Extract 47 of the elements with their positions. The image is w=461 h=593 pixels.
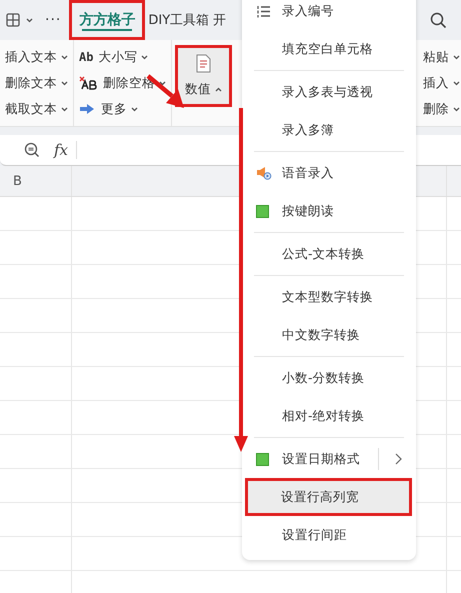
document-icon	[196, 54, 211, 73]
ribbon-button-label[interactable]: 粘贴	[423, 48, 449, 66]
caret-icon	[453, 54, 460, 60]
ribbon-button-label[interactable]: 插入	[423, 74, 449, 92]
square-icon	[256, 204, 269, 218]
menu-item[interactable]: 设置行高列宽	[245, 478, 412, 516]
menu-item[interactable]: 设置日期格式	[246, 440, 412, 478]
more-button[interactable]: ···	[45, 12, 62, 28]
caret-icon	[159, 80, 166, 86]
menu-item[interactable]: 录入编号	[246, 0, 412, 30]
zoom-icon[interactable]	[24, 142, 40, 158]
ribbon-button-label[interactable]: 删除	[423, 100, 449, 118]
ribbon-button-label[interactable]: 截取文本	[5, 100, 57, 118]
button-label: 数值	[185, 81, 211, 98]
caret-icon	[61, 54, 68, 60]
ribbon-button-label[interactable]: 删除文本	[5, 74, 57, 92]
speaker-icon	[256, 166, 272, 180]
ribbon-tab[interactable]: DIY工具箱	[145, 0, 212, 40]
ribbon-button-label[interactable]: 插入文本	[5, 48, 57, 66]
ribbon-button-label[interactable]: 更多	[101, 100, 127, 118]
numbered-list-icon	[256, 4, 271, 18]
ribbon-tab[interactable]: 方方格子	[69, 0, 146, 40]
menu-item[interactable]: 小数-分数转换	[246, 359, 412, 397]
menu-item[interactable]: 录入多表与透视	[246, 73, 412, 111]
square-icon	[256, 452, 269, 466]
caret-icon	[215, 87, 222, 92]
caret-icon	[131, 106, 138, 112]
caret-icon	[26, 18, 33, 22]
column-header[interactable]: B	[0, 166, 72, 196]
remove-space-icon	[79, 76, 99, 90]
search-icon[interactable]	[430, 12, 447, 28]
chevron-right-icon	[395, 453, 402, 465]
table-icon	[6, 13, 20, 27]
caret-icon	[61, 80, 68, 86]
caret-icon	[453, 106, 460, 112]
menu-item[interactable]: 设置行间距	[246, 516, 412, 554]
menu-item[interactable]: 文本型数字转换	[246, 278, 412, 316]
ribbon-tab[interactable]: 开	[210, 0, 226, 40]
case-icon: Ab	[79, 50, 94, 64]
function-button[interactable]: fx	[54, 141, 78, 159]
caret-icon	[141, 54, 148, 60]
menu-item[interactable]: 语音录入	[246, 154, 412, 192]
caret-icon	[61, 106, 68, 112]
ribbon-button-label[interactable]: 大小写	[98, 48, 138, 66]
number-dropdown-button[interactable]: 数值	[175, 45, 232, 107]
arrow-right-icon	[79, 103, 95, 115]
caret-icon	[453, 80, 460, 86]
